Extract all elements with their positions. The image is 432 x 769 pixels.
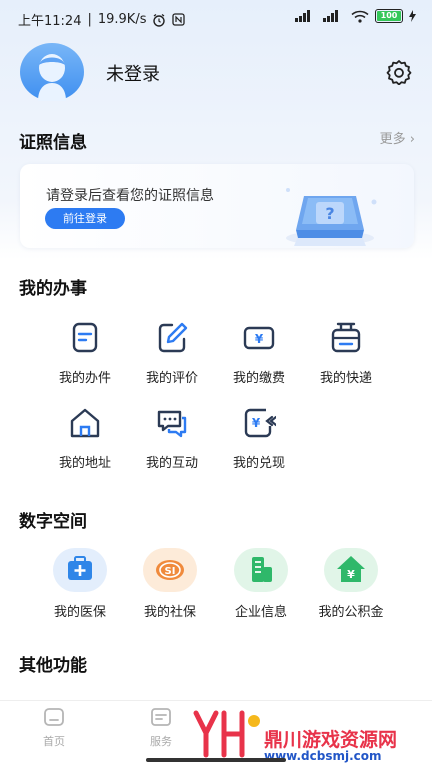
status-left: 上午11:24 | 19.9K/s xyxy=(18,10,186,29)
social-security-icon: SI xyxy=(143,548,197,592)
profile-header[interactable]: 未登录 xyxy=(20,43,412,101)
space-item-enterprise[interactable]: 企业信息 xyxy=(215,548,307,620)
watermark-logo xyxy=(193,710,260,758)
avatar[interactable] xyxy=(20,43,84,101)
affair-label: 我的评价 xyxy=(145,371,198,386)
affair-item-address[interactable]: 我的地址 xyxy=(42,406,128,471)
cert-card: 请登录后查看您的证照信息 前往登录 ? xyxy=(20,164,414,248)
space-label: 我的社保 xyxy=(143,605,196,620)
wifi-icon xyxy=(351,10,369,23)
site-watermark: 鼎川游戏资源网 www.dcbsmj.com xyxy=(192,703,432,765)
status-time: 上午11:24 xyxy=(18,14,82,29)
settings-gear-icon[interactable] xyxy=(386,59,412,85)
other-section-title: 其他功能 xyxy=(19,656,87,676)
affair-item-interaction[interactable]: 我的互动 xyxy=(129,406,215,471)
status-right: 100 xyxy=(295,9,416,23)
space-label: 我的公积金 xyxy=(318,605,384,620)
status-divider: | xyxy=(87,12,92,27)
affair-label: 我的互动 xyxy=(145,456,198,471)
go-login-button[interactable]: 前往登录 xyxy=(45,208,125,229)
affair-item-documents[interactable]: 我的办件 xyxy=(42,321,128,386)
space-label: 企业信息 xyxy=(234,605,287,620)
alarm-icon xyxy=(153,13,166,27)
space-label: 我的医保 xyxy=(53,605,106,620)
charging-icon xyxy=(409,10,416,22)
status-bar: 上午11:24 | 19.9K/s 100 xyxy=(0,0,432,36)
affair-label: 我的快递 xyxy=(319,371,372,386)
redeem-icon: ¥ xyxy=(244,408,278,438)
cert-section-title: 证照信息 xyxy=(19,133,87,153)
digital-section-title: 数字空间 xyxy=(19,512,87,532)
building-icon xyxy=(234,548,288,592)
signal-2-icon xyxy=(323,10,338,22)
battery-level: 100 xyxy=(377,11,401,21)
tab-service[interactable]: 服务 xyxy=(131,707,191,749)
medical-kit-icon xyxy=(53,548,107,592)
svg-text:?: ? xyxy=(325,204,334,223)
affair-item-redeem[interactable]: ¥ 我的兑现 xyxy=(216,406,302,471)
affair-label: 我的地址 xyxy=(58,456,111,471)
express-icon xyxy=(331,322,361,353)
cert-card-text: 请登录后查看您的证照信息 xyxy=(46,188,214,204)
tab-home[interactable]: 首页 xyxy=(24,707,84,749)
nfc-icon xyxy=(172,13,186,26)
payment-icon: ¥ xyxy=(243,326,275,350)
home-icon xyxy=(70,408,100,438)
battery-icon: 100 xyxy=(375,9,403,23)
affair-label: 我的缴费 xyxy=(232,371,285,386)
svg-text:¥: ¥ xyxy=(347,568,355,581)
space-item-social-security[interactable]: SI 我的社保 xyxy=(124,548,216,620)
document-icon xyxy=(72,322,98,353)
edit-icon xyxy=(158,322,188,353)
affair-label: 我的办件 xyxy=(58,371,111,386)
signal-icon xyxy=(295,10,310,22)
user-name[interactable]: 未登录 xyxy=(106,60,160,86)
housing-fund-icon: ¥ xyxy=(324,548,378,592)
status-network-speed: 19.9K/s xyxy=(97,12,147,27)
chat-icon xyxy=(157,410,187,438)
affair-item-payments[interactable]: ¥ 我的缴费 xyxy=(216,321,302,386)
affair-label: 我的兑现 xyxy=(232,456,285,471)
service-tab-icon xyxy=(151,708,171,726)
home-tab-icon xyxy=(44,708,64,726)
affair-item-reviews[interactable]: 我的评价 xyxy=(129,321,215,386)
tab-label: 首页 xyxy=(43,735,65,748)
home-indicator xyxy=(146,758,286,762)
space-item-medical[interactable]: 我的医保 xyxy=(34,548,126,620)
empty-box-illustration: ? xyxy=(286,188,377,246)
more-link[interactable]: 更多 › xyxy=(380,128,415,147)
affair-item-express[interactable]: 我的快递 xyxy=(303,321,389,386)
svg-text:SI: SI xyxy=(165,566,176,577)
affairs-section-title: 我的办事 xyxy=(19,279,87,299)
space-item-housing-fund[interactable]: ¥ 我的公积金 xyxy=(305,548,397,620)
svg-text:¥: ¥ xyxy=(255,332,264,346)
tab-label: 服务 xyxy=(150,735,172,748)
svg-text:¥: ¥ xyxy=(252,416,261,430)
watermark-title: 鼎川游戏资源网 xyxy=(264,729,398,751)
